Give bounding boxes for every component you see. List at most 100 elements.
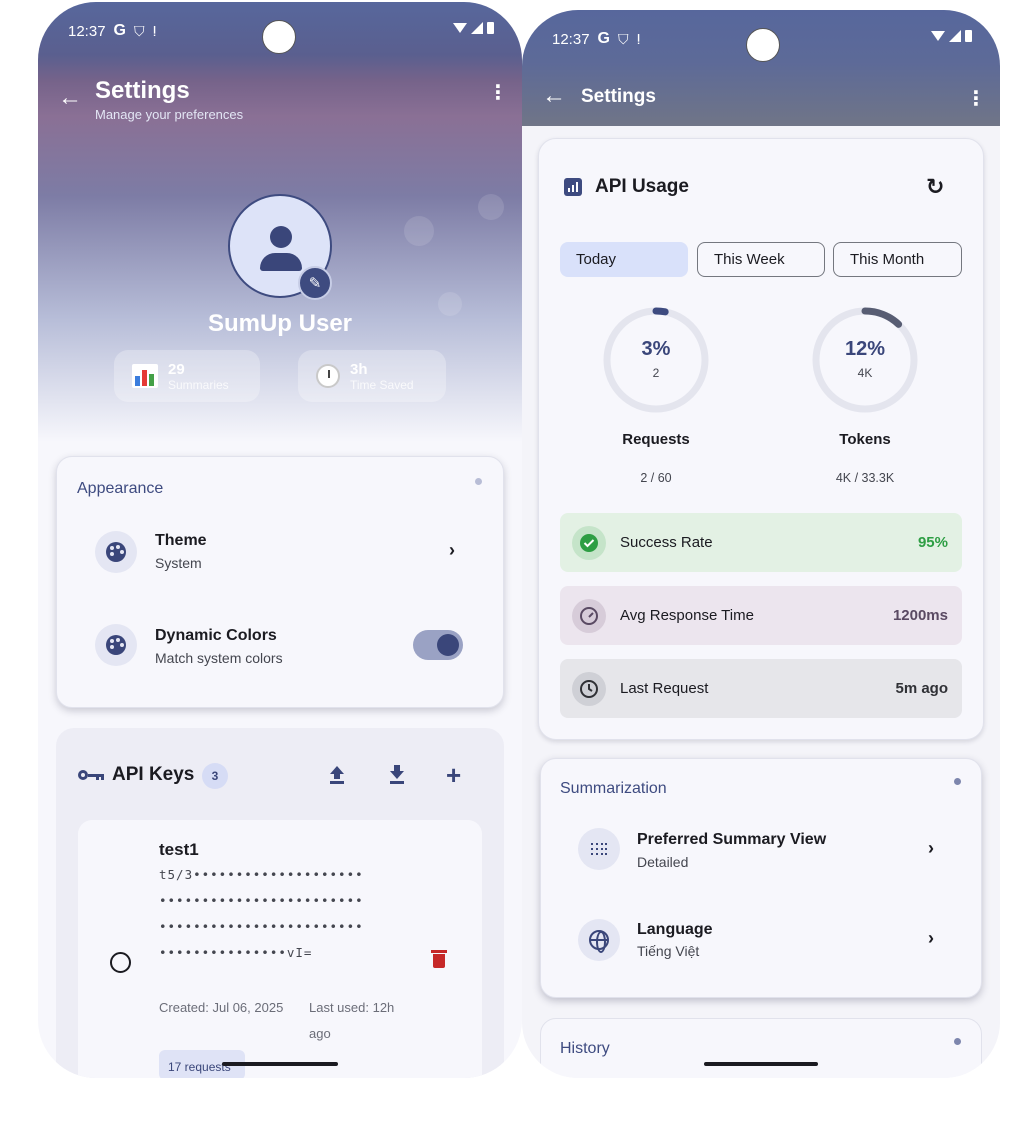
stat-value: 29 [168,360,185,378]
shield-status-icon: ⛉ [134,22,145,39]
back-arrow-icon[interactable]: ← [542,82,566,110]
check-circle-icon [572,526,606,560]
summary-view-title[interactable]: Preferred Summary View [637,831,826,849]
wifi-icon [931,31,945,41]
chevron-right-icon[interactable]: › [449,540,455,561]
more-vert-icon[interactable]: ⋮ [966,89,986,109]
more-vert-icon[interactable]: ⋮ [488,83,508,103]
phone-right: 12:37 G ⛉ ⵑ ← Settings ⋮ API Usage ↻ Tod… [522,10,1000,1078]
requests-count: 2 [652,366,660,380]
stat-time-saved: 3h Time Saved [298,350,446,402]
sync-status-icon: ⵑ [152,22,157,39]
summary-view-value: Detailed [637,854,689,870]
signal-icon [949,30,961,42]
language-row-icon [578,919,620,961]
api-key-masked-line: t5/3•••••••••••••••••••• [159,867,364,882]
language-value: Tiếng Việt [637,943,700,959]
status-bar: 12:37 G ⛉ ⵑ [522,10,1000,70]
shield-status-icon: ⛉ [618,30,629,47]
summary-view-row-icon [578,828,620,870]
palette-icon [106,542,126,562]
add-icon[interactable]: + [446,760,461,791]
chevron-right-icon[interactable]: › [928,838,934,859]
dynamic-colors-row-icon [95,624,137,666]
page-subtitle: Manage your preferences [95,107,244,122]
status-time-group: 12:37 G ⛉ ⵑ [68,22,157,40]
tab-this-month[interactable]: This Month [833,242,962,277]
status-time: 12:37 [68,22,106,40]
api-key-masked-line: •••••••••••••••••••••••• [159,919,364,934]
metric-value: 5m ago [895,680,948,697]
metric-last-request: Last Request 5m ago [560,659,962,718]
status-right-icons [931,30,972,42]
api-keys-count-badge: 3 [202,763,228,789]
metric-value: 1200ms [892,607,948,624]
back-arrow-icon[interactable]: ← [58,84,82,112]
status-bar: 12:37 G ⛉ ⵑ [38,2,522,62]
section-title-summarization: Summarization [560,780,667,797]
tab-today[interactable]: Today [560,242,688,277]
google-icon: G [113,22,126,39]
person-icon-head [270,226,292,248]
stat-summaries: 29 Summaries [114,350,260,402]
google-icon: G [597,30,610,47]
card-indicator-dot [954,1038,961,1045]
speed-gauge-icon [572,599,606,633]
chevron-right-icon[interactable]: › [928,928,934,949]
metric-label: Avg Response Time [620,607,754,624]
sync-status-icon: ⵑ [636,30,641,47]
grid-view-icon [591,843,607,855]
battery-icon [965,30,972,42]
requests-percent: 3% [641,338,671,360]
metric-success-rate: Success Rate 95% [560,513,962,572]
requests-ratio: 2 / 60 [640,471,672,485]
theme-value: System [155,555,202,571]
theme-row-icon [95,531,137,573]
tokens-ratio: 4K / 33.3K [835,471,895,485]
api-keys-title: API Keys [112,764,195,785]
battery-icon [487,22,494,34]
delete-icon[interactable] [431,950,447,968]
user-name: SumUp User [207,310,353,337]
tokens-label: Tokens [839,431,891,448]
stopwatch-icon [316,364,340,388]
tab-this-week[interactable]: This Week [697,242,825,277]
dynamic-colors-sub: Match system colors [155,650,283,666]
card-indicator-dot [475,478,482,485]
palette-icon [106,635,126,655]
tokens-percent: 12% [844,338,886,360]
phone-left: 12:37 G ⛉ ⵑ ← Settings Manage your prefe… [38,2,522,1078]
language-title[interactable]: Language [637,921,713,939]
dynamic-colors-title: Dynamic Colors [155,627,277,644]
upload-icon[interactable] [328,764,346,784]
home-indicator[interactable] [222,1062,338,1066]
stat-label: Summaries [168,377,229,392]
edit-pencil-icon[interactable]: ✎ [298,266,332,300]
toggle-knob [437,634,459,656]
api-key-last-used: Last used: 12h [309,1000,395,1015]
status-time: 12:37 [552,30,590,48]
camera-cutout [746,28,780,62]
globe-icon [589,930,609,953]
app-bar: ← Settings Manage your preferences ⋮ [38,62,522,134]
refresh-icon[interactable]: ↻ [926,174,944,200]
theme-title[interactable]: Theme [155,532,207,550]
key-icon [78,768,104,782]
download-icon[interactable] [388,764,406,784]
metric-label: Success Rate [620,534,713,551]
signal-icon [471,22,483,34]
requests-label: Requests [622,431,690,448]
home-indicator[interactable] [704,1062,818,1066]
api-key-last-used-cont: ago [309,1026,331,1041]
card-indicator-dot [954,778,961,785]
metric-value: 95% [917,534,948,551]
metric-label: Last Request [620,680,709,697]
dynamic-colors-toggle[interactable] [413,630,463,660]
person-icon-body [260,253,302,271]
api-key-select-radio[interactable] [110,952,131,973]
stat-value: 3h [350,360,368,378]
clock-icon [572,672,606,706]
status-right-icons [453,22,494,34]
camera-cutout [262,20,296,54]
api-key-masked-line: •••••••••••••••••••••••• [159,893,364,908]
